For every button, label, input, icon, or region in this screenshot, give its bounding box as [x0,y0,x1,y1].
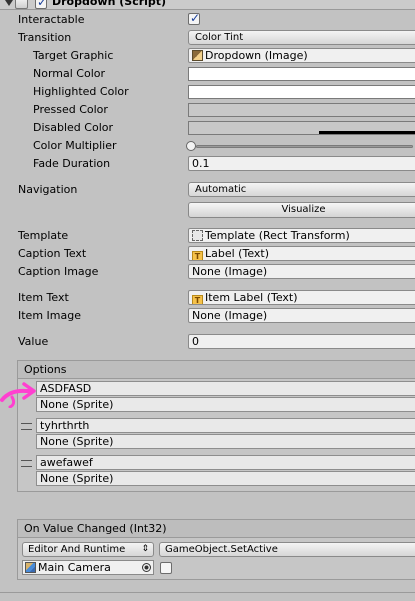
normal-color-label: Normal Color [33,67,106,80]
normal-color-swatch[interactable] [188,67,415,81]
caption-text-label: Caption Text [18,247,87,260]
chevron-updown-icon: ⇕ [141,544,149,554]
target-graphic-value: Dropdown (Image) [205,49,308,62]
annotation-arrow-icon [0,382,36,408]
checkmark-icon: ✓ [190,11,201,25]
option-sprite-field[interactable]: None (Sprite) [36,434,415,449]
alpha-bar [319,131,415,134]
pressed-color-label: Pressed Color [33,103,108,116]
visualize-button[interactable]: Visualize [188,202,415,218]
function-dropdown[interactable]: GameObject.SetActive [159,542,415,557]
fade-duration-field[interactable]: 0.1 [188,156,415,171]
menu-icon[interactable] [15,0,28,9]
component-title: Dropdown (Script) [52,0,167,8]
event-target-value: Main Camera [38,561,111,574]
color-multiplier-slider-track[interactable] [196,145,413,148]
item-text-value: Item Label (Text) [205,291,298,304]
text-component-icon: T [192,295,203,304]
template-label: Template [18,229,69,242]
caption-text-field[interactable]: T Label (Text) [188,246,415,261]
fade-duration-label: Fade Duration [33,157,111,170]
color-multiplier-label: Color Multiplier [33,139,117,152]
component-header: ✓ Dropdown (Script) [0,0,415,10]
navigation-label: Navigation [18,183,78,196]
color-multiplier-slider-thumb[interactable] [186,141,196,151]
object-picker-icon[interactable] [142,563,151,572]
caption-image-label: Caption Image [18,265,99,278]
interactable-checkbox[interactable]: ✓ [188,11,201,25]
value-field[interactable]: 0 [188,334,415,349]
text-component-icon: T [192,251,203,260]
caption-image-field[interactable]: None (Image) [188,264,415,279]
set-active-checkbox[interactable] [160,562,172,574]
image-icon [192,50,203,61]
highlighted-color-label: Highlighted Color [33,85,129,98]
target-graphic-label: Target Graphic [33,49,114,62]
event-target-field[interactable]: Main Camera [22,560,154,575]
drag-handle-icon[interactable] [21,423,32,430]
navigation-dropdown[interactable]: Automatic [188,182,415,197]
item-image-field[interactable]: None (Image) [188,308,415,323]
option-text-field[interactable]: tyhrthrth [36,418,415,433]
component-enabled-checkbox[interactable]: ✓ [35,0,47,9]
disabled-color-swatch[interactable] [188,121,415,135]
template-field[interactable]: Template (Rect Transform) [188,228,415,243]
disabled-color-label: Disabled Color [33,121,114,134]
interactable-label: Interactable [18,13,85,26]
target-graphic-field[interactable]: Dropdown (Image) [188,48,415,63]
caption-text-value: Label (Text) [205,247,270,260]
divider [0,592,415,593]
option-text-field[interactable]: ASDFASD [36,381,415,396]
transition-dropdown[interactable]: Color Tint [188,30,415,45]
option-sprite-field[interactable]: None (Sprite) [36,471,415,486]
gameobject-cube-icon [25,562,36,573]
option-sprite-field[interactable]: None (Sprite) [36,397,415,412]
item-text-field[interactable]: T Item Label (Text) [188,290,415,305]
runtime-mode-value: Editor And Runtime [28,544,126,555]
checkmark-icon: ✓ [37,0,48,9]
drag-handle-icon[interactable] [21,460,32,467]
highlighted-color-swatch[interactable] [188,85,415,99]
rect-transform-icon [192,230,203,241]
value-label: Value [18,335,49,348]
transition-label: Transition [18,31,72,44]
item-image-label: Item Image [18,309,81,322]
item-text-label: Item Text [18,291,69,304]
option-text-field[interactable]: awefawef [36,455,415,470]
options-title: Options [17,360,415,379]
foldout-arrow-icon[interactable] [5,0,13,6]
runtime-mode-dropdown[interactable]: Editor And Runtime ⇕ [22,542,154,557]
on-value-changed-title: On Value Changed (Int32) [17,519,415,538]
pressed-color-swatch[interactable] [188,103,415,117]
template-value: Template (Rect Transform) [205,229,350,242]
